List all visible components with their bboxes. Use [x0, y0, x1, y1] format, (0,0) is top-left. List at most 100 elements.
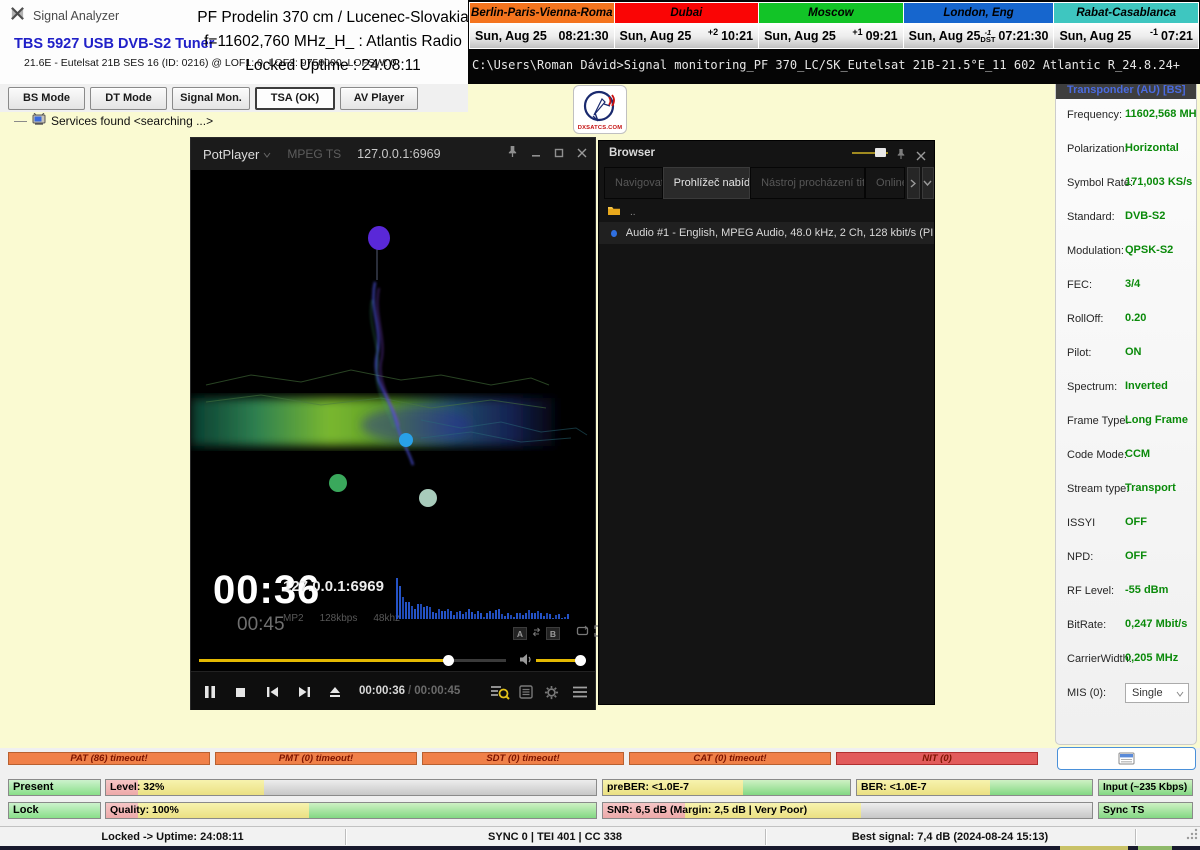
playlist-search-icon[interactable] — [487, 679, 513, 705]
video-canvas[interactable] — [191, 170, 595, 566]
browser-slider-thumb[interactable] — [875, 148, 886, 157]
input-label: Input (~235 Kbps) — [1099, 780, 1192, 795]
tabs-scroll-right-button[interactable] — [907, 167, 919, 199]
tab-av-player[interactable]: AV Player — [340, 87, 418, 110]
minimize-icon[interactable] — [531, 145, 541, 163]
pause-button[interactable] — [197, 679, 223, 705]
taskbar-edge — [0, 846, 1200, 850]
tabs-dropdown-button[interactable] — [922, 167, 934, 199]
tab-prohlizec-nabidky[interactable]: Prohlížeč nabídky — [663, 167, 750, 199]
tab-dt-mode[interactable]: DT Mode — [90, 87, 167, 110]
input-bar: Input (~235 Kbps) — [1098, 779, 1193, 796]
playlist-icon[interactable] — [513, 679, 539, 705]
seek-thumb[interactable] — [443, 655, 454, 666]
tp-row-rf-level: RF Level:-55 dBm — [1056, 575, 1196, 609]
loop-icon[interactable] — [576, 624, 589, 642]
audio-visualization — [191, 170, 595, 566]
tree-branch-line — [14, 121, 27, 122]
signal-analyzer-screen: Signal Analyzer TBS 5927 USB DVB-S2 Tune… — [0, 0, 1200, 850]
tp-row-polarization: Polarization:Horizontal — [1056, 133, 1196, 167]
tab-nastroj-titulku[interactable]: Nástroj procházení titulků — [750, 167, 865, 199]
resize-grip[interactable] — [1185, 827, 1198, 845]
browser-titlebar[interactable]: Browser — [599, 141, 934, 165]
parent-folder-item[interactable]: .. — [607, 203, 636, 221]
antenna-location: PF Prodelin 370 cm / Lucenec-Slovakia — [196, 6, 470, 30]
quality-label: Quality: 100% — [106, 803, 596, 818]
services-found-label: Services found <searching ...> — [51, 114, 213, 128]
clock-time: 09:21 — [866, 29, 898, 43]
statusbar-best-signal: Best signal: 7,4 dB (2024-08-24 15:13) — [765, 827, 1135, 847]
tp-row-pilot: Pilot:ON — [1056, 337, 1196, 371]
clock-time: 07:21:30 — [998, 29, 1048, 43]
clock-time: 07:21 — [1161, 29, 1193, 43]
next-button[interactable] — [291, 679, 317, 705]
tp-row-code-mode: Code Mode:CCM — [1056, 439, 1196, 473]
pin-icon[interactable] — [507, 145, 518, 163]
clock-date: Sun, Aug 25 — [909, 29, 981, 43]
clock-date: Sun, Aug 25 — [620, 29, 692, 43]
app-titlebar: Signal Analyzer — [10, 6, 119, 26]
chevron-down-icon[interactable] — [263, 145, 271, 163]
viz-dot-purple — [368, 226, 390, 250]
potplayer-window: PotPlayer MPEG TS 127.0.0.1:6969 — [190, 137, 596, 710]
sync-ts-bar: Sync TS — [1098, 802, 1193, 819]
clock-time: 08:21:30 — [559, 29, 609, 43]
mis-select[interactable]: Single — [1125, 683, 1189, 703]
tab-online[interactable]: Online S — [865, 167, 905, 199]
duration-display: 00:45 — [237, 614, 285, 636]
stop-button[interactable] — [227, 679, 253, 705]
transponder-rows: Frequency:11602,568 MHz Polarization:Hor… — [1056, 99, 1196, 711]
potplayer-titlebar[interactable]: PotPlayer MPEG TS 127.0.0.1:6969 — [191, 138, 595, 170]
services-tree-item[interactable]: Services found <searching ...> — [14, 112, 213, 130]
eject-button[interactable] — [322, 679, 348, 705]
tab-signal-mon[interactable]: Signal Mon. — [172, 87, 250, 110]
audio-spectrum-bars — [396, 573, 588, 619]
volume-thumb[interactable] — [575, 655, 586, 666]
ab-repeat-a-button[interactable]: A — [513, 627, 527, 640]
gear-icon[interactable] — [538, 679, 564, 705]
time-current: 00:00:36 — [359, 685, 405, 697]
viz-dot-pale — [419, 489, 437, 507]
audio-track-label: Audio #1 - English, MPEG Audio, 48.0 kHz… — [626, 227, 934, 239]
tp-row-symbol-rate: Symbol Rate:171,003 KS/s — [1056, 167, 1196, 201]
statusbar-counters: SYNC 0 | TEI 401 | CC 338 — [345, 827, 765, 847]
statusbar-uptime: Locked -> Uptime: 24:08:11 — [0, 827, 345, 847]
clock-london: London, Eng Sun, Aug 25 -1DST07:21:30 — [904, 2, 1055, 49]
snr-bar: SNR: 6,5 dB (Margin: 2,5 dB | Very Poor) — [602, 802, 1093, 819]
tp-row-frame-type: Frame Type:Long Frame — [1056, 405, 1196, 439]
tp-row-npd: NPD:OFF — [1056, 541, 1196, 575]
disk-icon — [1118, 752, 1135, 765]
window-title: Signal Analyzer — [33, 9, 119, 23]
preber-bar: preBER: <1.0E-7 — [602, 779, 851, 796]
maximize-icon[interactable] — [554, 145, 564, 163]
save-record-button[interactable] — [1057, 747, 1196, 770]
clock-offset: -1 — [1150, 27, 1158, 37]
close-icon[interactable] — [916, 148, 926, 166]
previous-button[interactable] — [259, 679, 285, 705]
close-icon[interactable] — [577, 145, 587, 163]
clock-offset: +2 — [708, 27, 718, 37]
menu-icon[interactable] — [567, 679, 593, 705]
speaker-icon[interactable] — [519, 653, 533, 671]
ab-repeat-b-button[interactable]: B — [546, 627, 560, 640]
clock-city-label: London, Eng — [904, 3, 1054, 23]
quality-bar: Quality: 100% — [105, 802, 597, 819]
alert-pmt: PMT (0) timeout! — [215, 752, 417, 765]
ab-swap-icon[interactable] — [532, 624, 541, 642]
pin-icon[interactable] — [896, 147, 906, 165]
bullet-icon — [611, 230, 617, 237]
audio-track-list-item[interactable]: Audio #1 - English, MPEG Audio, 48.0 kHz… — [599, 222, 934, 244]
tab-tsa[interactable]: TSA (OK) — [255, 87, 335, 110]
time-total: 00:00:45 — [414, 685, 460, 697]
ber-label: BER: <1.0E-7 — [857, 780, 1092, 795]
clock-city-label: Dubai — [615, 3, 759, 23]
logo-caption: DXSATCS.COM — [578, 125, 623, 131]
signal-status-row-2: Lock Quality: 100% SNR: 6,5 dB (Margin: … — [0, 802, 1200, 820]
tuner-name: TBS 5927 USB DVB-S2 Tuner — [14, 36, 214, 52]
player-control-bar: 00:00:36/00:00:45 — [191, 671, 595, 710]
clock-date: Sun, Aug 25 — [475, 29, 547, 43]
locked-uptime: Locked Uptime : 24:08:11 — [196, 54, 470, 78]
tab-bs-mode[interactable]: BS Mode — [8, 87, 85, 110]
tv-icon — [32, 112, 46, 130]
tab-navigovat[interactable]: Navigovat — [604, 167, 663, 199]
